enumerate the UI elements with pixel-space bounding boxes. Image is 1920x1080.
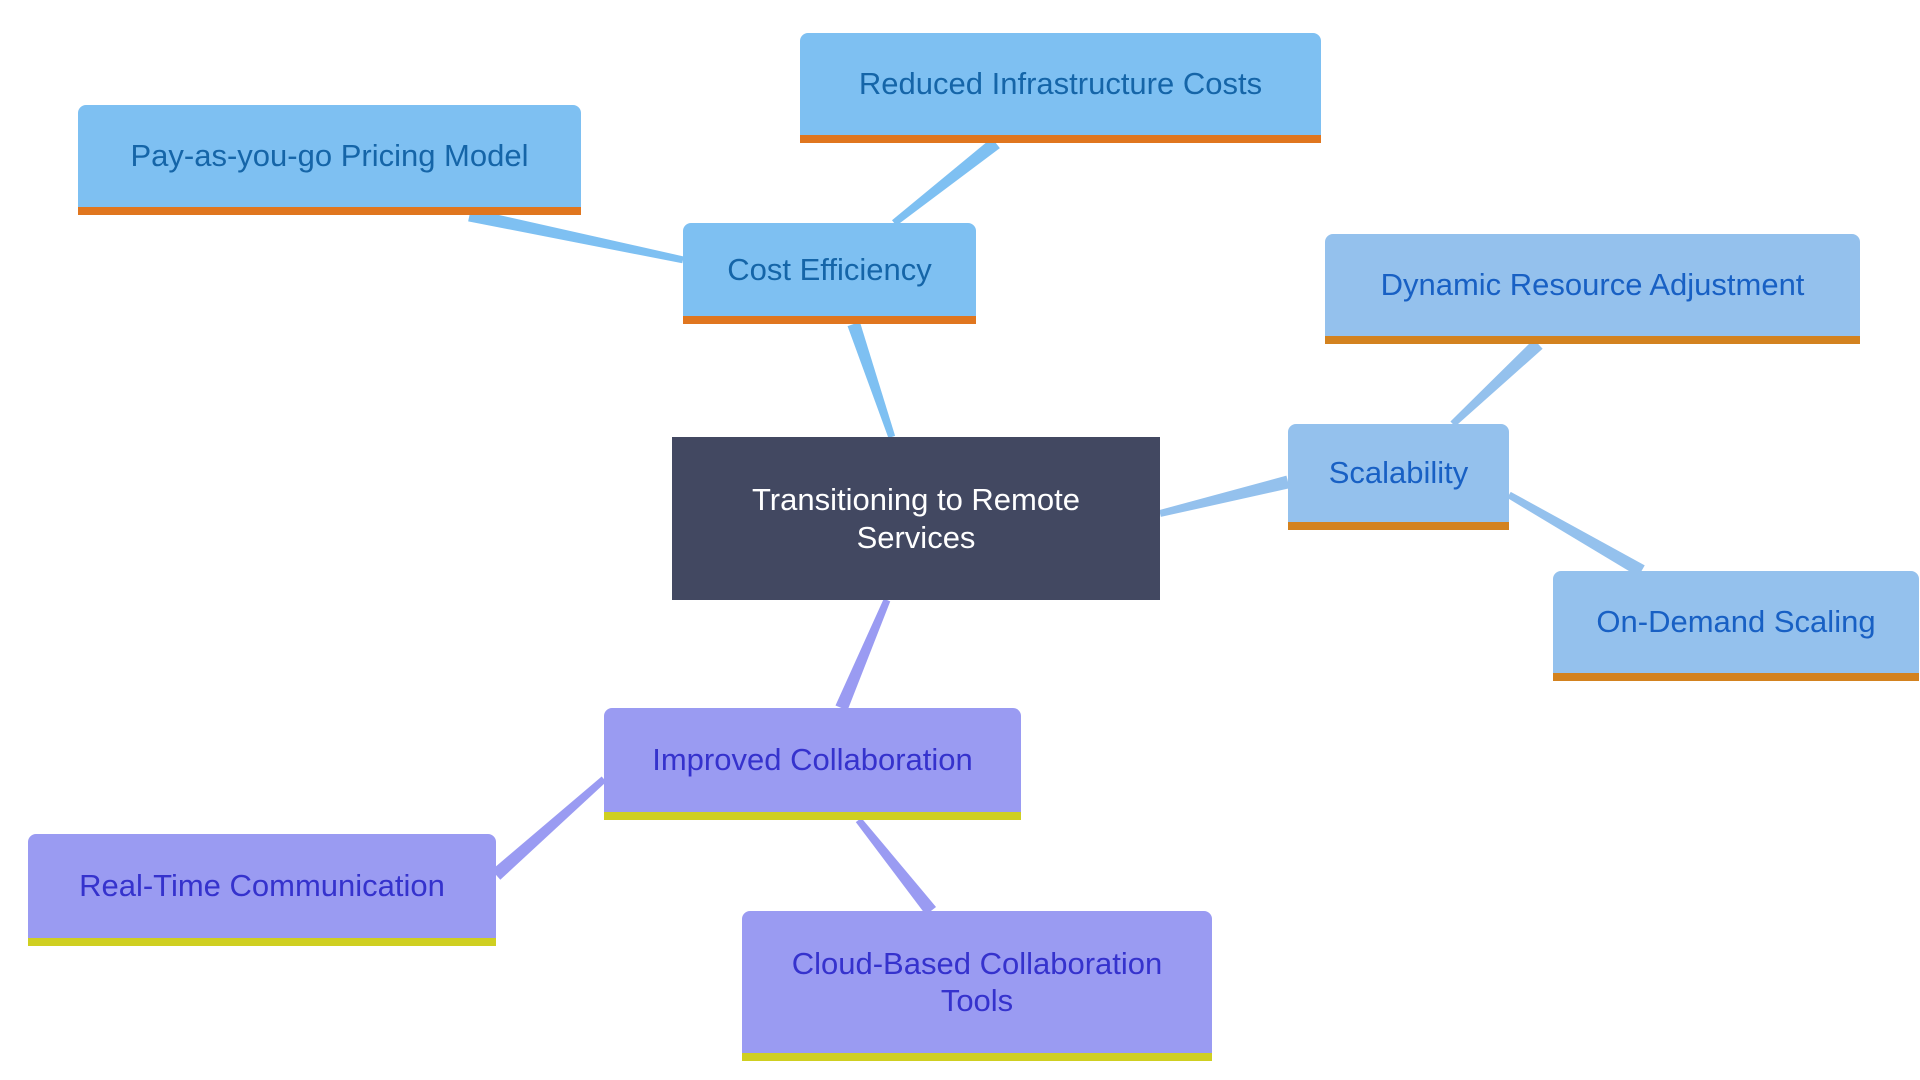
- node-label-cloud-based-collaboration-tools: Cloud-Based Collaboration Tools: [791, 945, 1163, 1018]
- node-label-real-time-communication: Real-Time Communication: [79, 868, 445, 904]
- edge-root-collaboration: [835, 598, 891, 711]
- edge-cost-payg: [468, 208, 684, 264]
- mindmap-node-on-demand-scaling[interactable]: On-Demand Scaling: [1553, 571, 1919, 681]
- mindmap-node-reduced-infrastructure-costs[interactable]: Reduced Infrastructure Costs: [800, 33, 1321, 143]
- mindmap-node-cost-efficiency[interactable]: Cost Efficiency: [683, 223, 976, 324]
- mindmap-node-root[interactable]: Transitioning to Remote Services: [672, 437, 1160, 600]
- edge-root-cost: [847, 321, 896, 439]
- edge-scalability-ondemand: [1507, 491, 1645, 577]
- edge-collab-realtime: [491, 776, 607, 880]
- mindmap-canvas: Transitioning to Remote Services Cost Eff…: [0, 0, 1920, 1080]
- edge-root-scalability: [1159, 475, 1290, 517]
- node-label-dynamic-resource-adjustment: Dynamic Resource Adjustment: [1380, 267, 1805, 303]
- mindmap-node-dynamic-resource-adjustment[interactable]: Dynamic Resource Adjustment: [1325, 234, 1860, 344]
- edge-collab-cloud: [855, 817, 937, 916]
- mindmap-node-scalability[interactable]: Scalability: [1288, 424, 1509, 530]
- node-label-improved-collaboration: Improved Collaboration: [652, 742, 973, 778]
- node-label-scalability: Scalability: [1328, 455, 1469, 491]
- mindmap-node-pay-as-you-go-pricing-model[interactable]: Pay-as-you-go Pricing Model: [78, 105, 581, 215]
- mindmap-node-cloud-based-collaboration-tools[interactable]: Cloud-Based Collaboration Tools: [742, 911, 1212, 1061]
- node-label-on-demand-scaling: On-Demand Scaling: [1596, 604, 1876, 640]
- node-label-cost-efficiency: Cost Efficiency: [727, 251, 932, 287]
- node-label-reduced-infrastructure-costs: Reduced Infrastructure Costs: [858, 66, 1263, 102]
- mindmap-node-real-time-communication[interactable]: Real-Time Communication: [28, 834, 496, 946]
- mindmap-node-improved-collaboration[interactable]: Improved Collaboration: [604, 708, 1021, 820]
- node-label-root: Transitioning to Remote Services: [752, 482, 1080, 555]
- node-label-pay-as-you-go-pricing-model: Pay-as-you-go Pricing Model: [130, 138, 529, 174]
- edge-scalability-dynamic: [1450, 339, 1543, 427]
- edge-cost-reduced: [892, 137, 1000, 226]
